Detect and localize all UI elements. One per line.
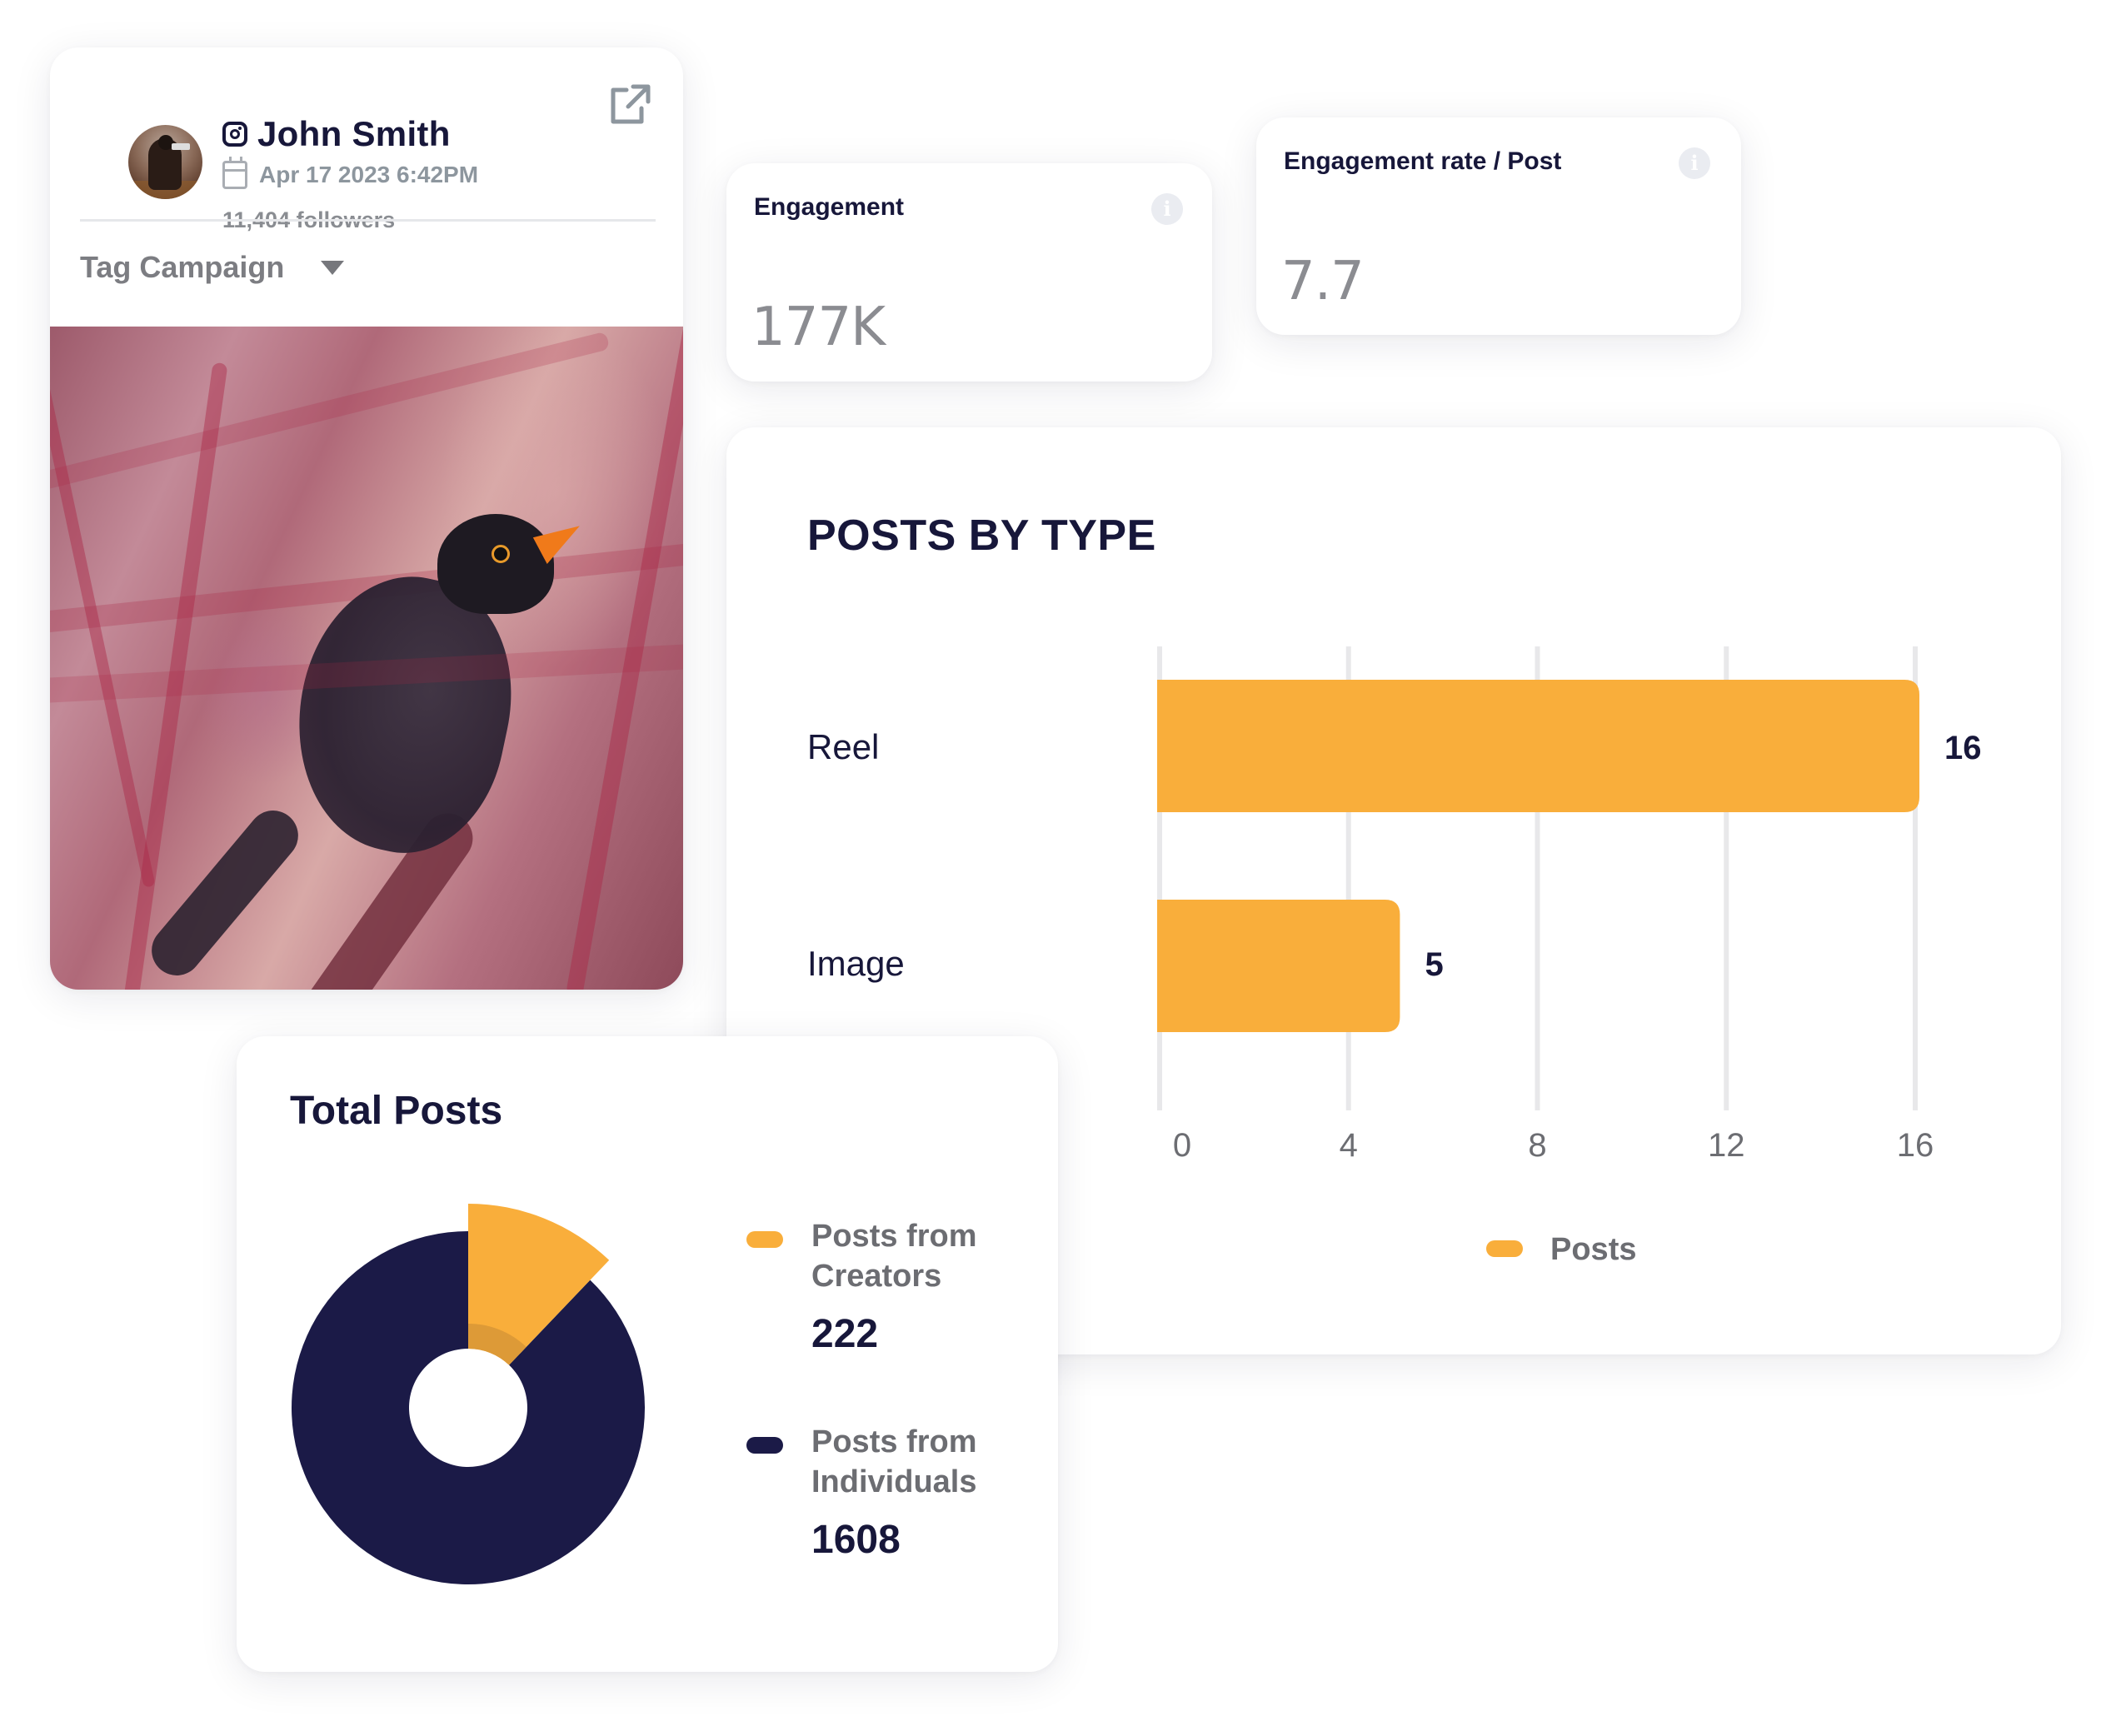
bar-reel[interactable] xyxy=(1157,680,1919,812)
post-card: John Smith Apr 17 2023 6:42PM 11,404 fol… xyxy=(50,47,683,990)
legend-value: 1608 xyxy=(811,1518,901,1562)
engagement-rate-title: Engagement rate / Post xyxy=(1284,147,1562,175)
post-image[interactable] xyxy=(50,327,683,990)
legend-label: Posts from Creators xyxy=(811,1219,977,1294)
total-posts-donut-chart xyxy=(292,1204,645,1584)
info-icon[interactable]: i xyxy=(1151,193,1183,225)
x-tick-label: 8 xyxy=(1528,1127,1546,1164)
engagement-value: 177K xyxy=(751,297,886,358)
tag-campaign-label: Tag Campaign xyxy=(80,250,285,284)
engagement-rate-value: 7.7 xyxy=(1281,251,1365,312)
data-label: 16 xyxy=(1944,730,1982,766)
x-tick-label: 12 xyxy=(1708,1127,1745,1164)
engagement-title: Engagement xyxy=(754,193,905,221)
bar-image[interactable] xyxy=(1157,900,1400,1032)
total-posts-card: Total Posts Posts from Creators 222 Post… xyxy=(237,1036,1058,1672)
profile-name-row: John Smith xyxy=(222,114,451,154)
caret-down-icon xyxy=(321,260,345,275)
legend-label-posts: Posts xyxy=(1550,1232,1636,1267)
x-tick-label: 0 xyxy=(1173,1127,1191,1164)
legend-label: Posts from Individuals xyxy=(811,1424,977,1499)
legend-swatch-individuals xyxy=(746,1437,783,1454)
x-tick-label: 16 xyxy=(1897,1127,1934,1164)
data-label: 5 xyxy=(1425,946,1443,983)
profile-name[interactable]: John Smith xyxy=(257,114,451,154)
engagement-card: Engagement i 177K xyxy=(726,163,1212,382)
legend-swatch-posts xyxy=(1486,1240,1523,1257)
engagement-rate-card: Engagement rate / Post i 7.7 xyxy=(1256,117,1741,335)
post-date-row: Apr 17 2023 6:42PM xyxy=(222,157,479,189)
avatar[interactable] xyxy=(128,125,202,199)
x-tick-label: 4 xyxy=(1340,1127,1358,1164)
calendar-icon xyxy=(222,157,247,189)
category-label: Image xyxy=(807,944,905,983)
legend-swatch-creators xyxy=(746,1231,783,1248)
category-label: Reel xyxy=(807,727,879,766)
external-link-icon[interactable] xyxy=(608,83,651,127)
divider xyxy=(80,219,656,222)
tag-campaign-dropdown[interactable]: Tag Campaign xyxy=(80,250,345,285)
instagram-icon xyxy=(222,122,247,147)
info-icon[interactable]: i xyxy=(1679,147,1710,179)
post-date: Apr 17 2023 6:42PM xyxy=(259,162,479,187)
legend-value: 222 xyxy=(811,1312,879,1356)
